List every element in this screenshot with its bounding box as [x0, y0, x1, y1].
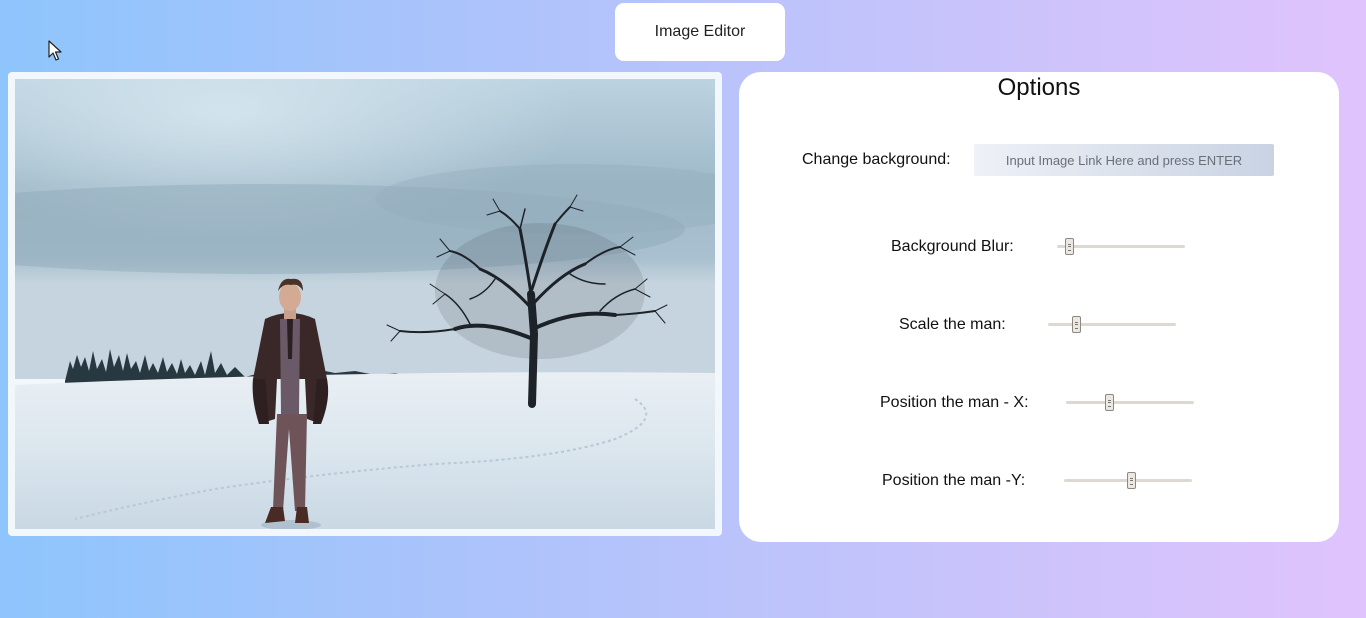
mouse-pointer-icon: [48, 40, 62, 61]
slider-thumb[interactable]: [1104, 394, 1114, 411]
position-y-slider[interactable]: [1064, 472, 1192, 490]
options-panel: Options Change background: Background Bl…: [739, 72, 1339, 542]
snow-field: [15, 372, 715, 529]
position-x-label: Position the man - X:: [880, 394, 1029, 411]
app-title-text: Image Editor: [654, 23, 746, 40]
background-blur-label: Background Blur:: [891, 238, 1014, 255]
background-blur-slider[interactable]: [1057, 238, 1185, 256]
scale-man-slider[interactable]: [1048, 316, 1176, 334]
options-heading: Options: [997, 74, 1081, 101]
image-canvas[interactable]: [15, 79, 715, 529]
slider-thumb[interactable]: [1064, 238, 1074, 255]
app-title: Image Editor: [615, 3, 785, 61]
slider-track: [1066, 401, 1194, 404]
slider-track: [1048, 323, 1176, 326]
scale-man-label: Scale the man:: [899, 316, 1006, 333]
position-y-label: Position the man -Y:: [882, 472, 1026, 489]
slider-thumb[interactable]: [1126, 472, 1136, 489]
slider-thumb[interactable]: [1072, 316, 1082, 333]
change-background-label: Change background:: [802, 151, 951, 168]
scene-image: [15, 79, 715, 529]
background-url-input[interactable]: [974, 144, 1274, 176]
slider-track: [1057, 245, 1185, 248]
image-canvas-frame: [8, 72, 722, 536]
position-x-slider[interactable]: [1066, 394, 1194, 412]
